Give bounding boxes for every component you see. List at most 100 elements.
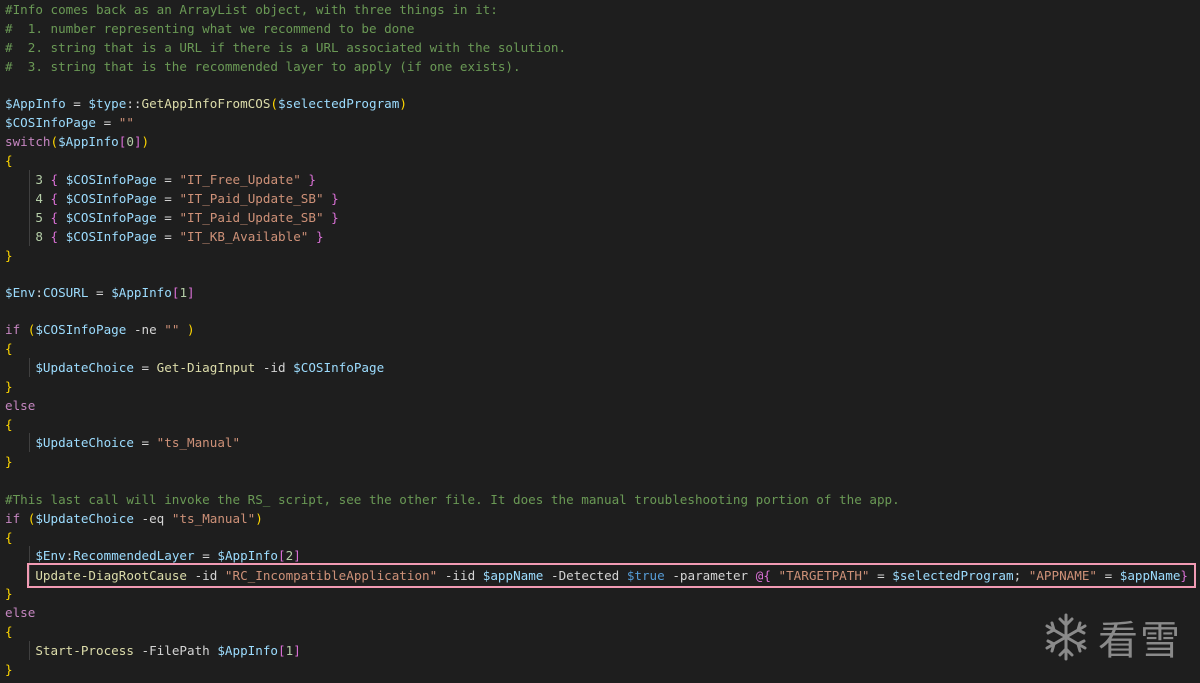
code-token: 5 [35, 210, 43, 225]
code-token: { [5, 153, 13, 168]
code-token: = [133, 435, 157, 450]
code-token: "IT_Paid_Update_SB" [179, 210, 324, 225]
code-line[interactable]: if ($COSInfoPage -ne "" ) [5, 320, 195, 339]
code-token: GetAppInfoFromCOS [141, 96, 271, 111]
code-token: "IT_Free_Update" [179, 172, 301, 187]
code-token: = [194, 548, 218, 563]
code-token: $AppInfo [58, 134, 119, 149]
code-line[interactable]: } [5, 377, 13, 396]
code-line[interactable]: 3 { $COSInfoPage = "IT_Free_Update" } [5, 170, 316, 189]
code-token: $COSInfoPage [65, 172, 157, 187]
code-token: $COSInfoPage [35, 322, 127, 337]
code-line[interactable]: #Info comes back as an ArrayList object,… [5, 0, 498, 19]
watermark-text: 看雪 [1098, 618, 1182, 664]
code-line[interactable]: else [5, 603, 35, 622]
code-line[interactable]: { [5, 151, 13, 170]
code-token: ( [270, 96, 279, 111]
code-line[interactable]: 5 { $COSInfoPage = "IT_Paid_Update_SB" } [5, 208, 339, 227]
code-line[interactable]: { [5, 339, 13, 358]
code-token: } [331, 191, 339, 206]
code-token: $selectedProgram [278, 96, 400, 111]
code-token: { [5, 417, 13, 432]
code-line[interactable]: Start-Process -FilePath $AppInfo[1] [5, 641, 300, 660]
code-token: } [308, 172, 316, 187]
code-line[interactable]: { [5, 528, 13, 547]
code-token: $COSInfoPage [65, 191, 157, 206]
code-line[interactable]: } [5, 660, 13, 679]
code-line[interactable]: if ($UpdateChoice -eq "ts_Manual") [5, 509, 263, 528]
code-token: = [88, 285, 112, 300]
code-token: "" [118, 115, 134, 130]
code-token: ] [293, 548, 301, 563]
code-token: Get-DiagInput [156, 360, 256, 375]
code-token: $COSInfoPage [293, 360, 385, 375]
code-token: = [156, 191, 180, 206]
code-token: 0 [126, 134, 134, 149]
highlighted-line-box [27, 563, 1196, 588]
code-token: = [156, 229, 180, 244]
code-token: $AppInfo [111, 285, 172, 300]
code-token: } [5, 586, 13, 601]
code-line[interactable]: $Env:COSURL = $AppInfo[1] [5, 283, 195, 302]
code-token: COSURL [42, 285, 89, 300]
code-line[interactable]: else [5, 396, 35, 415]
code-line[interactable]: 4 { $COSInfoPage = "IT_Paid_Update_SB" } [5, 189, 339, 208]
code-token: -id [255, 360, 294, 375]
code-token: ] [133, 134, 142, 149]
code-token: $UpdateChoice [35, 435, 134, 450]
snowflake-icon [1040, 611, 1092, 663]
code-token: else [5, 605, 36, 620]
code-token: 4 [35, 191, 43, 206]
watermark: 看雪 [1040, 608, 1190, 666]
code-line[interactable]: $UpdateChoice = "ts_Manual" [5, 433, 240, 452]
code-token: } [315, 229, 324, 244]
code-line[interactable]: { [5, 622, 13, 641]
code-token: } [331, 210, 339, 225]
code-token: #Info comes back as an ArrayList object,… [5, 2, 498, 17]
code-line[interactable]: # 2. string that is a URL if there is a … [5, 38, 566, 57]
code-line[interactable]: $AppInfo = $type::GetAppInfoFromCOS($sel… [5, 94, 407, 113]
code-token: -FilePath [133, 643, 218, 658]
code-token: $AppInfo [217, 643, 278, 658]
code-line[interactable]: $UpdateChoice = Get-DiagInput -id $COSIn… [5, 358, 384, 377]
code-line[interactable]: switch($AppInfo[0]) [5, 132, 149, 151]
code-token: switch [5, 134, 51, 149]
code-line[interactable]: # 1. number representing what we recomme… [5, 19, 414, 38]
code-token: else [5, 398, 36, 413]
code-token: $COSInfoPage [65, 210, 157, 225]
code-token: = [96, 115, 119, 130]
code-token: 1 [179, 285, 188, 300]
code-line[interactable]: } [5, 452, 13, 471]
code-line[interactable]: } [5, 584, 13, 603]
code-token: 3 [35, 172, 43, 187]
code-token: -eq [133, 511, 172, 526]
code-token: $UpdateChoice [35, 511, 134, 526]
code-token: [ [278, 643, 286, 658]
code-line[interactable]: $COSInfoPage = "" [5, 113, 134, 132]
code-token: :: [126, 96, 142, 111]
code-line[interactable]: # 3. string that is the recommended laye… [5, 57, 521, 76]
code-token: { [5, 341, 13, 356]
code-line[interactable]: #This last call will invoke the RS_ scri… [5, 490, 900, 509]
code-line[interactable]: 8 { $COSInfoPage = "IT_KB_Available" } [5, 227, 324, 246]
code-line[interactable]: } [5, 246, 13, 265]
code-token: ) [187, 322, 195, 337]
code-token: "IT_KB_Available" [179, 229, 309, 244]
code-token: RecommendedLayer [73, 548, 195, 563]
code-token: } [5, 662, 13, 677]
code-token: $Env [35, 548, 66, 563]
code-line[interactable]: { [5, 415, 13, 434]
code-token: $Env [5, 285, 36, 300]
